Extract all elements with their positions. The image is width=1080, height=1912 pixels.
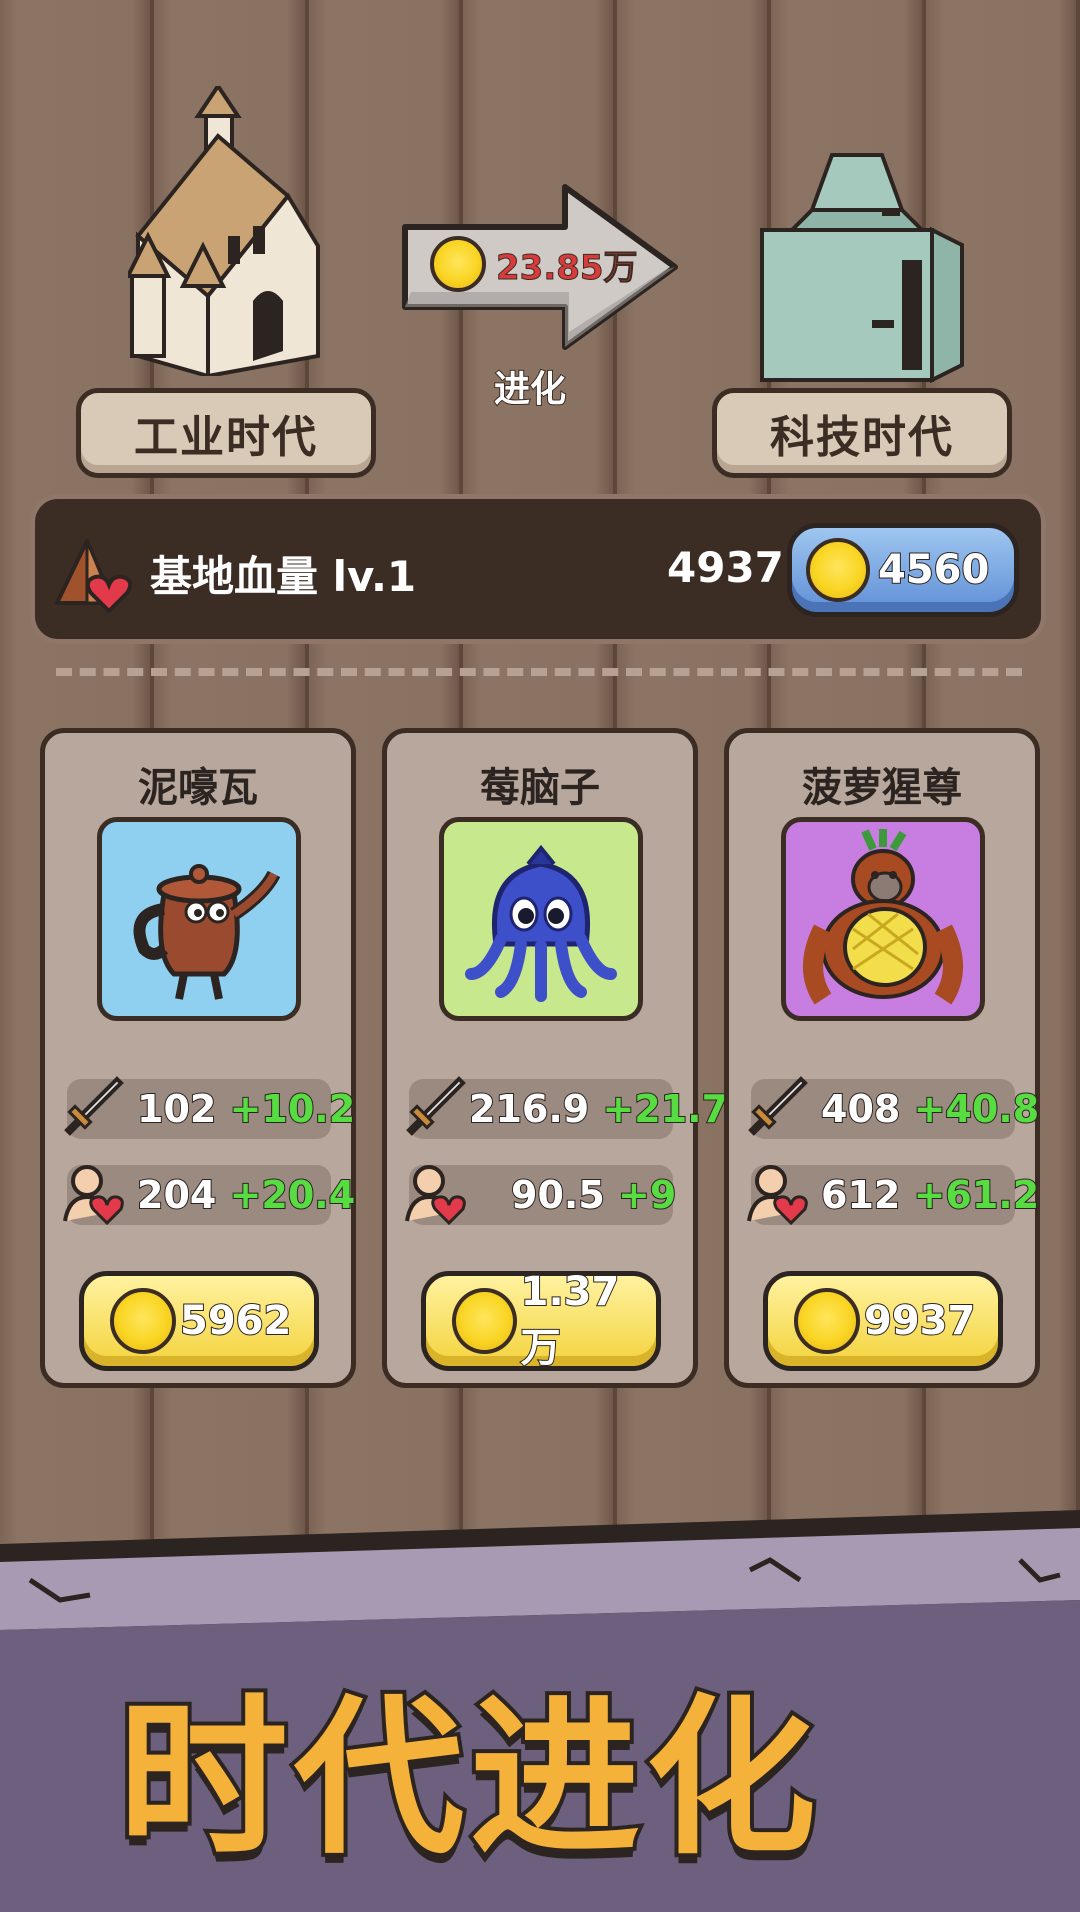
teapot-creature-icon	[97, 817, 301, 1021]
attack-stat: 102 +10.2	[64, 1076, 356, 1139]
unit-cost: 5962	[179, 1297, 292, 1345]
base-hp-upgrade-cost: 4560	[877, 546, 990, 594]
buy-unit-button[interactable]: 1.37万	[421, 1268, 661, 1372]
coin-icon	[452, 1288, 517, 1354]
hp-stat: 612 +61.2	[747, 1165, 1040, 1225]
base-hp-bar: 基地血量 lv.1 4937 4560	[30, 494, 1046, 644]
unit-card[interactable]: 莓脑子 216.9 +21.7 90.5 +9 1.37万	[382, 728, 729, 1388]
evolve-cost-value: 23.85万	[496, 247, 639, 288]
hp-stat: 204 +20.4	[63, 1165, 356, 1225]
hp-value: 204	[136, 1172, 217, 1218]
current-era-plate: 工业时代	[76, 388, 376, 478]
person-heart-icon	[63, 1165, 124, 1225]
hp-stat: 90.5 +9	[405, 1165, 677, 1225]
attack-value: 102	[136, 1086, 217, 1132]
unit-cost: 1.37万	[520, 1268, 621, 1372]
banner-title: 时代进化	[114, 1676, 823, 1882]
hp-bonus: +20.4	[229, 1172, 357, 1218]
person-heart-icon	[405, 1165, 466, 1225]
castle-building-icon	[128, 86, 320, 376]
unit-name: 莓脑子	[480, 765, 600, 811]
coin-icon	[110, 1288, 176, 1354]
evolve-label: 进化	[493, 368, 567, 411]
attack-value: 408	[820, 1086, 901, 1132]
coin-icon	[430, 236, 486, 292]
tech-building-icon	[760, 153, 964, 384]
sword-icon	[748, 1076, 808, 1136]
unit-name: 菠萝猩尊	[802, 765, 962, 811]
evolve-cost: 23.85万	[430, 236, 638, 292]
unit-card[interactable]: 菠萝猩尊 408 +40.8 612 +61.2 9937	[724, 728, 1040, 1388]
attack-stat: 408 +40.8	[748, 1076, 1040, 1139]
base-hp-label: 基地血量 lv.1	[150, 552, 417, 601]
buy-unit-button[interactable]: 5962	[79, 1271, 319, 1371]
hp-bonus: +9	[617, 1172, 677, 1218]
person-heart-icon	[747, 1165, 808, 1225]
hp-bonus: +61.2	[913, 1172, 1041, 1218]
coin-icon	[806, 538, 870, 602]
hp-value: 612	[820, 1172, 901, 1218]
hp-value: 90.5	[510, 1172, 606, 1218]
sword-icon	[406, 1076, 466, 1136]
attack-value: 216.9	[468, 1086, 590, 1132]
unit-cost: 9937	[863, 1297, 976, 1345]
divider	[56, 668, 1022, 676]
coin-icon	[794, 1288, 860, 1354]
attack-bonus: +10.2	[229, 1086, 357, 1132]
sword-icon	[64, 1076, 124, 1136]
buy-unit-button[interactable]: 9937	[763, 1271, 1003, 1371]
tent-heart-icon	[55, 539, 133, 613]
base-hp-upgrade-button[interactable]: 4560	[787, 523, 1019, 617]
blueberry-octopus-icon	[439, 817, 643, 1021]
next-era-plate: 科技时代	[712, 388, 1012, 478]
attack-bonus: +40.8	[913, 1086, 1041, 1132]
attack-bonus: +21.7	[601, 1086, 729, 1132]
attack-stat: 216.9 +21.7	[406, 1076, 729, 1139]
base-hp-value: 4937	[667, 543, 784, 592]
unit-name: 泥嚎瓦	[138, 765, 258, 811]
pineapple-gorilla-icon	[781, 817, 985, 1021]
unit-card[interactable]: 泥嚎瓦 102 +10.2 204 +20.4 5962	[40, 728, 356, 1388]
